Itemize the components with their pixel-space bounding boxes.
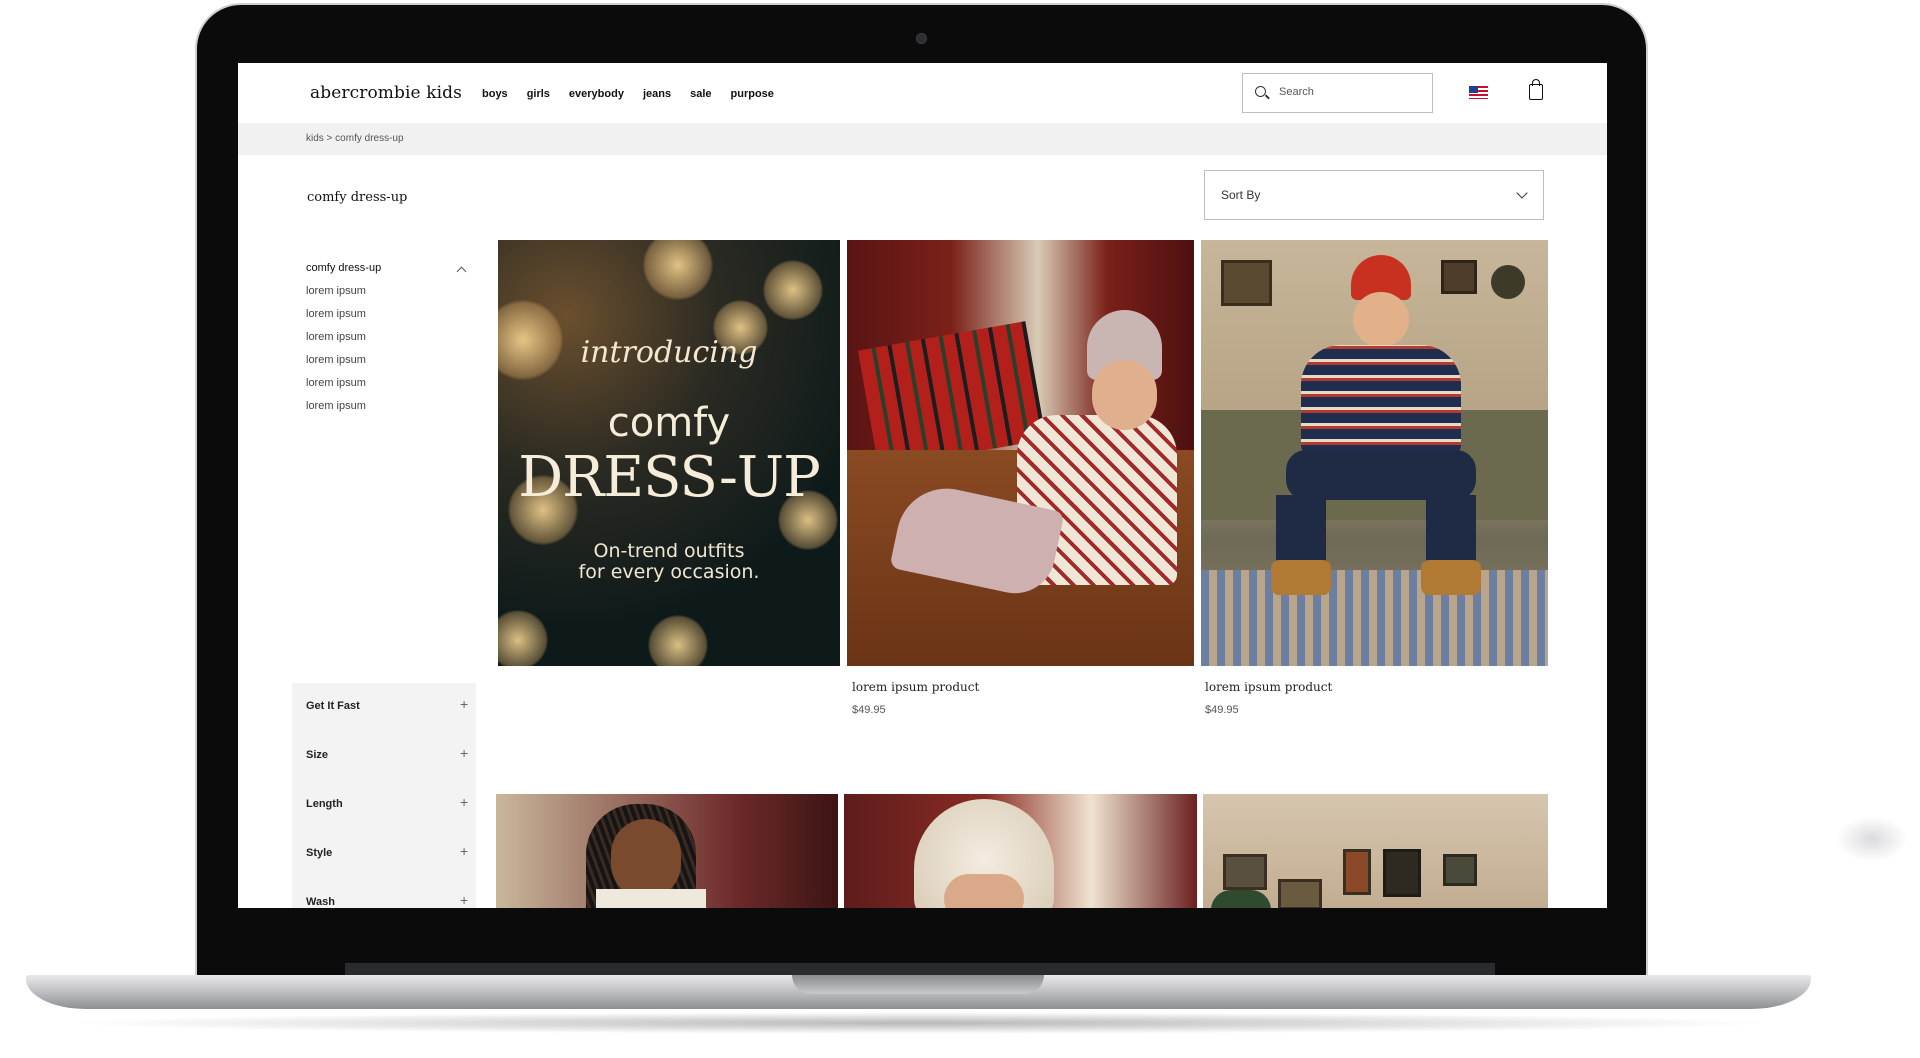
promo-line-2: DRESS-UP bbox=[518, 445, 821, 510]
category-item[interactable]: lorem ipsum bbox=[306, 308, 366, 320]
filter-get-it-fast[interactable]: Get It Fast bbox=[306, 700, 360, 712]
category-item[interactable]: lorem ipsum bbox=[306, 354, 366, 366]
laptop-opening-notch bbox=[792, 975, 1044, 994]
bokeh-light bbox=[498, 610, 548, 666]
site-header: abercrombie kids boys girls everybody je… bbox=[238, 63, 1607, 123]
nav-jeans[interactable]: jeans bbox=[643, 88, 671, 100]
bokeh-light bbox=[648, 615, 708, 666]
bokeh-light bbox=[643, 240, 713, 300]
breadcrumb-bar: kids > comfy dress-up bbox=[238, 123, 1607, 155]
category-item[interactable]: lorem ipsum bbox=[306, 285, 366, 297]
laptop-hinge bbox=[345, 963, 1495, 975]
rug bbox=[1201, 570, 1548, 666]
chevron-down-icon bbox=[1516, 187, 1528, 199]
bokeh-light bbox=[763, 260, 823, 320]
sort-dropdown[interactable]: Sort By bbox=[1204, 170, 1544, 220]
category-item[interactable]: lorem ipsum bbox=[306, 377, 366, 389]
boot bbox=[1271, 560, 1331, 595]
background-reflection bbox=[1836, 816, 1908, 862]
fair-isle-sweater bbox=[1301, 345, 1461, 455]
search-placeholder: Search bbox=[1279, 86, 1314, 98]
product-name[interactable]: lorem ipsum product bbox=[852, 680, 979, 694]
nav-sale[interactable]: sale bbox=[690, 88, 711, 100]
product-image[interactable] bbox=[844, 794, 1197, 908]
promo-tagline-2: for every occasion. bbox=[578, 561, 760, 583]
wall-frame bbox=[1221, 260, 1272, 306]
filter-style[interactable]: Style bbox=[306, 847, 332, 859]
wall-frame bbox=[1491, 265, 1525, 299]
top bbox=[596, 889, 706, 908]
wall-frame bbox=[1343, 849, 1371, 895]
sort-label: Sort By bbox=[1221, 188, 1261, 202]
nav-boys[interactable]: boys bbox=[482, 88, 508, 100]
laptop-shadow bbox=[60, 1012, 1780, 1034]
plus-icon[interactable]: + bbox=[460, 892, 468, 908]
product-image[interactable] bbox=[847, 240, 1194, 666]
promo-tagline: On-trend outfits for every occasion. bbox=[538, 541, 800, 583]
wall-frame bbox=[1441, 260, 1477, 294]
site-logo[interactable]: abercrombie kids bbox=[310, 83, 462, 103]
us-flag-icon[interactable] bbox=[1469, 86, 1488, 99]
product-name[interactable]: lorem ipsum product bbox=[1205, 680, 1332, 694]
face bbox=[1092, 360, 1157, 430]
nav-girls[interactable]: girls bbox=[527, 88, 550, 100]
product-price: $49.95 bbox=[1205, 704, 1239, 716]
product-price: $49.95 bbox=[852, 704, 886, 716]
wall-frame bbox=[1223, 854, 1267, 890]
filter-panel: Get It Fast + Size + Length + Style + Wa… bbox=[292, 683, 476, 908]
boot bbox=[1421, 560, 1481, 595]
shopping-bag-icon[interactable] bbox=[1529, 79, 1543, 100]
jeans bbox=[1286, 450, 1476, 500]
promo-tagline-1: On-trend outfits bbox=[593, 540, 745, 562]
nav-purpose[interactable]: purpose bbox=[731, 88, 774, 100]
face bbox=[1353, 292, 1409, 347]
promo-line-1: comfy bbox=[607, 400, 731, 446]
search-input[interactable]: Search bbox=[1242, 73, 1433, 113]
nav-everybody[interactable]: everybody bbox=[569, 88, 624, 100]
page-title: comfy dress-up bbox=[307, 190, 408, 205]
product-image[interactable] bbox=[496, 794, 838, 908]
wall-frame bbox=[1443, 854, 1477, 886]
category-item[interactable]: lorem ipsum bbox=[306, 400, 366, 412]
product-image[interactable] bbox=[1203, 794, 1548, 908]
plus-icon[interactable]: + bbox=[460, 696, 468, 712]
webcam bbox=[916, 33, 927, 44]
plus-icon[interactable]: + bbox=[460, 794, 468, 810]
face bbox=[944, 874, 1024, 908]
search-icon bbox=[1255, 86, 1266, 97]
chevron-up-icon[interactable] bbox=[456, 266, 467, 277]
promo-intro: introducing bbox=[580, 335, 758, 370]
filter-wash[interactable]: Wash bbox=[306, 896, 335, 908]
product-image[interactable] bbox=[1201, 240, 1548, 666]
filter-size[interactable]: Size bbox=[306, 749, 328, 761]
plant bbox=[1211, 890, 1271, 908]
plus-icon[interactable]: + bbox=[460, 843, 468, 859]
category-item[interactable]: lorem ipsum bbox=[306, 331, 366, 343]
face bbox=[611, 819, 681, 899]
filter-length[interactable]: Length bbox=[306, 798, 343, 810]
plus-icon[interactable]: + bbox=[460, 745, 468, 761]
category-heading[interactable]: comfy dress-up bbox=[306, 262, 381, 274]
main-nav: boys girls everybody jeans sale purpose bbox=[482, 88, 793, 100]
wall-frame bbox=[1383, 849, 1421, 897]
promo-banner[interactable]: introducing comfy DRESS-UP On-trend outf… bbox=[498, 240, 840, 666]
wall-frame bbox=[1278, 879, 1322, 908]
browser-screen: abercrombie kids boys girls everybody je… bbox=[238, 63, 1607, 908]
breadcrumb[interactable]: kids > comfy dress-up bbox=[306, 133, 404, 144]
